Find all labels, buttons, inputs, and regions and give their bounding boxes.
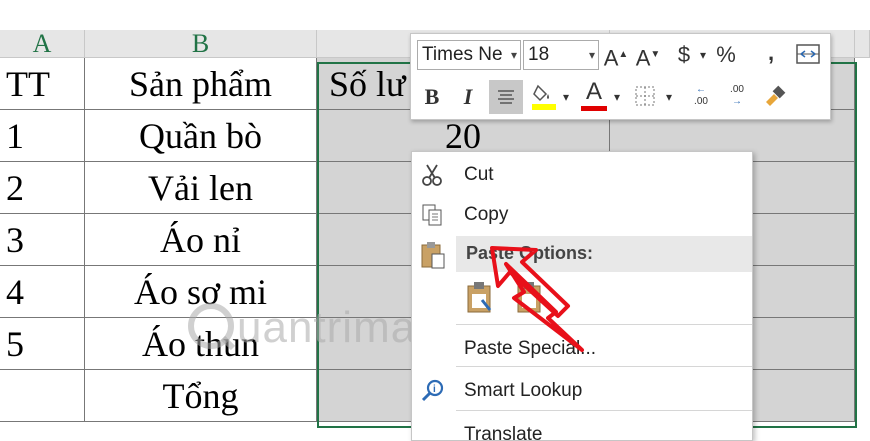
font-color-dropdown-icon[interactable]: ▾ — [611, 82, 623, 112]
shrink-font-button[interactable]: A▼ — [635, 40, 661, 73]
format-painter-button[interactable] — [761, 84, 789, 112]
cell-b6[interactable]: Áo thun — [85, 318, 317, 370]
translate-label: Translate — [464, 424, 543, 441]
decrease-decimal-arrow-icon: → — [732, 96, 742, 107]
currency-dropdown-icon[interactable]: ▾ — [696, 40, 710, 70]
increase-decimal-button[interactable]: ← .00 — [687, 84, 715, 112]
menu-item-cut[interactable]: Cut — [412, 156, 752, 194]
cell-a6[interactable]: 5 — [0, 318, 85, 370]
currency-button[interactable]: $ — [673, 40, 695, 70]
bold-button[interactable]: B — [421, 82, 443, 112]
align-center-icon — [498, 90, 514, 104]
paste-formulas-icon — [467, 282, 492, 313]
menu-item-smart-lookup[interactable]: i Smart Lookup — [412, 372, 752, 410]
increase-decimal-icon: .00 — [694, 96, 708, 107]
percent-button[interactable]: % — [713, 40, 739, 70]
cut-label: Cut — [464, 164, 494, 185]
paste-options-label: Paste Options: — [466, 243, 594, 263]
smart-lookup-label: Smart Lookup — [464, 380, 583, 401]
font-size-value: 18 — [528, 44, 550, 65]
ribbon-edge — [0, 0, 870, 30]
fill-bucket-icon — [532, 84, 556, 110]
cell-a2[interactable]: 1 — [0, 110, 85, 162]
align-center-button[interactable] — [489, 80, 523, 114]
borders-dropdown-icon[interactable]: ▾ — [663, 82, 675, 112]
mini-toolbar: Times Ne ▾ 18 ▾ A▲ A▼ $ ▾ % , B I ▾ A ▾ … — [410, 33, 831, 120]
borders-button[interactable] — [631, 84, 659, 112]
font-size-dropdown-icon[interactable]: ▾ — [589, 41, 595, 69]
font-name-box[interactable]: Times Ne ▾ — [417, 40, 521, 70]
format-painter-icon — [766, 85, 786, 106]
cell-a4[interactable]: 3 — [0, 214, 85, 266]
copy-icon — [420, 202, 446, 228]
cell-a1[interactable]: TT — [0, 58, 85, 110]
cell-b1[interactable]: Sản phẩm — [85, 58, 317, 110]
font-name-value: Times Ne — [422, 44, 503, 65]
font-color-button[interactable]: A — [579, 78, 609, 116]
cell-b3[interactable]: Vải len — [85, 162, 317, 214]
decrease-decimal-button[interactable]: .00 → — [723, 84, 751, 112]
menu-separator — [456, 324, 752, 325]
menu-item-paste-special[interactable]: Paste Special... — [412, 330, 752, 368]
context-menu: Cut Copy Paste Options: Paste Special...… — [411, 151, 753, 441]
cell-b2[interactable]: Quần bò — [85, 110, 317, 162]
font-size-box[interactable]: 18 ▾ — [523, 40, 599, 70]
paste-special-label: Paste Special... — [464, 338, 597, 359]
menu-separator — [456, 410, 752, 411]
cell-a3[interactable]: 2 — [0, 162, 85, 214]
column-header-a[interactable]: A — [0, 30, 85, 58]
scissors-icon — [420, 162, 446, 188]
grow-font-icon: A — [603, 45, 619, 71]
fill-color-dropdown-icon[interactable]: ▾ — [560, 82, 572, 112]
font-color-swatch — [581, 106, 607, 111]
italic-button[interactable]: I — [457, 82, 479, 112]
smart-lookup-icon: i — [420, 378, 446, 404]
column-header-b[interactable]: B — [85, 30, 317, 58]
paste-option-values-button[interactable] — [514, 280, 546, 316]
cell-a7[interactable] — [0, 370, 85, 422]
cell-b4[interactable]: Áo nỉ — [85, 214, 317, 266]
menu-item-translate[interactable]: Translate — [412, 416, 752, 441]
cell-b5[interactable]: Áo sơ mi — [85, 266, 317, 318]
svg-text:i: i — [433, 384, 436, 395]
shrink-font-icon: A — [635, 45, 651, 71]
decrease-decimal-icon: .00 — [730, 84, 744, 95]
borders-icon — [635, 86, 655, 106]
paste-clipboard-icon — [418, 240, 448, 270]
font-color-icon: A — [585, 78, 602, 105]
merge-center-icon — [796, 44, 820, 64]
cell-a5[interactable]: 4 — [0, 266, 85, 318]
grow-font-button[interactable]: A▲ — [603, 40, 629, 73]
copy-label: Copy — [464, 204, 509, 225]
paste-options-header: Paste Options: — [456, 236, 752, 272]
paste-values-icon — [517, 282, 541, 313]
column-header-e[interactable] — [855, 30, 870, 58]
increase-decimal-arrow-icon: ← — [696, 84, 706, 95]
menu-separator — [456, 366, 752, 367]
cell-b7[interactable]: Tổng — [85, 370, 317, 422]
menu-item-copy[interactable]: Copy — [412, 196, 752, 234]
paste-option-formulas-button[interactable] — [464, 280, 496, 316]
fill-color-button[interactable] — [529, 80, 559, 114]
comma-button[interactable]: , — [763, 38, 779, 68]
font-name-dropdown-icon[interactable]: ▾ — [508, 41, 517, 69]
wrap-text-button[interactable] — [795, 42, 821, 68]
